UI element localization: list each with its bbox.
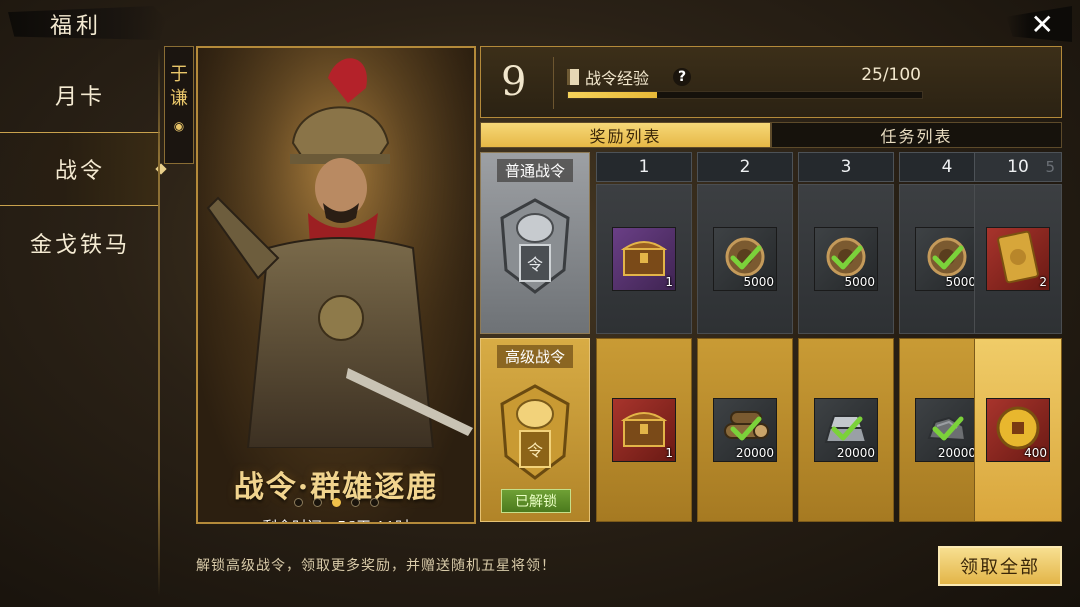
claimed-check-icon (829, 240, 865, 276)
carousel-dot[interactable] (369, 498, 379, 507)
carousel-dot[interactable] (293, 498, 303, 507)
exp-progress-fill (568, 92, 657, 98)
premium-reward-cell[interactable]: 1 (596, 338, 692, 522)
pass-level: 9 (501, 59, 527, 105)
eye-icon[interactable]: ◉ (174, 119, 184, 133)
remaining-time: 剩余时间：56天 11时 (198, 516, 474, 522)
premium-reward-cell[interactable]: 20000 (798, 338, 894, 522)
carousel-dots (196, 498, 476, 507)
claimed-check-icon (728, 411, 764, 447)
chest-icon (620, 235, 668, 283)
chest-icon (620, 406, 668, 454)
exp-value: 25/100 (861, 65, 921, 85)
next-level-peek: 5 (1045, 158, 1055, 176)
reward-count: 400 (1024, 446, 1047, 460)
tab-reward-list[interactable]: 奖励列表 (480, 122, 771, 148)
claimed-check-icon (728, 240, 764, 276)
footer-note: 解锁高级战令，领取更多奖励，并赠送随机五星将领！ (196, 558, 556, 574)
reward-item[interactable]: 20000 (915, 398, 979, 462)
silver-lion-badge-icon: 令 (500, 198, 570, 294)
unlocked-badge: 已解锁 (501, 489, 571, 513)
level-column-header: 10 5 (974, 152, 1062, 182)
reward-item[interactable]: 5000 (915, 227, 979, 291)
reward-item[interactable]: 5000 (713, 227, 777, 291)
reward-count: 20000 (937, 446, 976, 460)
normal-reward-cell[interactable]: 5000 (798, 184, 894, 334)
reward-item[interactable]: 1 (612, 398, 676, 462)
book-icon (567, 69, 579, 85)
premium-reward-cell[interactable]: 400 (974, 338, 1062, 522)
carousel-dot[interactable] (331, 498, 341, 507)
reward-count: 5000 (743, 275, 774, 289)
nav-item-iron-horse[interactable]: 金戈铁马 (0, 206, 160, 280)
reward-count: 1 (665, 446, 673, 460)
claim-all-button[interactable]: 领取全部 (938, 546, 1062, 586)
level-column-header: 3 (798, 152, 894, 182)
nav-item-monthly-card[interactable]: 月卡 (0, 58, 160, 132)
side-nav: 月卡 战令 金戈铁马 (0, 58, 160, 280)
tab-task-list[interactable]: 任务列表 (771, 122, 1062, 148)
hero-name-char: 谦 (170, 88, 188, 109)
reward-count: 2 (1039, 275, 1047, 289)
svg-text:令: 令 (527, 441, 543, 460)
reward-count: 5000 (945, 275, 976, 289)
hero-name-tab[interactable]: 于 谦 ◉ (164, 46, 194, 164)
nav-divider (158, 48, 160, 596)
premium-reward-cell[interactable]: 20000 (697, 338, 793, 522)
help-icon[interactable]: ? (673, 68, 692, 86)
general-portrait (198, 48, 474, 448)
reward-tabs: 奖励列表 任务列表 (480, 122, 1062, 148)
carousel-dot[interactable] (312, 498, 322, 507)
hero-name-char: 于 (170, 64, 188, 85)
reward-count: 20000 (836, 446, 875, 460)
normal-reward-cell[interactable]: 2 (974, 184, 1062, 334)
normal-pass-card: 普通战令 令 (480, 152, 590, 334)
level-separator (553, 57, 554, 109)
reward-count: 20000 (735, 446, 774, 460)
svg-text:令: 令 (527, 255, 543, 274)
exp-label-group: 战令经验 ? (567, 65, 692, 89)
reward-item[interactable]: 2 (986, 227, 1050, 291)
reward-item[interactable]: 5000 (814, 227, 878, 291)
claimed-check-icon (930, 411, 966, 447)
claimed-check-icon (930, 240, 966, 276)
reward-item[interactable]: 1 (612, 227, 676, 291)
reward-count: 1 (665, 275, 673, 289)
normal-reward-cell[interactable]: 5000 (697, 184, 793, 334)
reward-item[interactable]: 20000 (713, 398, 777, 462)
reward-item[interactable]: 20000 (814, 398, 878, 462)
close-icon[interactable]: ✕ (1031, 8, 1054, 41)
gold-token-card-icon (996, 230, 1040, 288)
normal-reward-cell[interactable]: 1 (596, 184, 692, 334)
gold-lion-badge-icon: 令 (500, 384, 570, 480)
normal-pass-label: 普通战令 (496, 159, 573, 182)
premium-pass-label: 高级战令 (496, 345, 573, 368)
level-column-header: 1 (596, 152, 692, 182)
exp-label: 战令经验 (585, 69, 650, 88)
claimed-check-icon (829, 411, 865, 447)
hero-card: 战令·群雄逐鹿 剩余时间：56天 11时 (196, 46, 476, 524)
battle-pass-exp-panel: 9 战令经验 ? 25/100 (480, 46, 1062, 118)
close-button[interactable]: ✕ (1006, 6, 1072, 42)
reward-item[interactable]: 400 (986, 398, 1050, 462)
exp-progress-bar (567, 91, 923, 99)
window-title: 福利 (50, 14, 103, 39)
carousel-dot[interactable] (350, 498, 360, 507)
level-column-header: 2 (697, 152, 793, 182)
premium-pass-card: 高级战令 令 已解锁 (480, 338, 590, 522)
nav-item-battle-pass[interactable]: 战令 (0, 132, 160, 206)
reward-count: 5000 (844, 275, 875, 289)
